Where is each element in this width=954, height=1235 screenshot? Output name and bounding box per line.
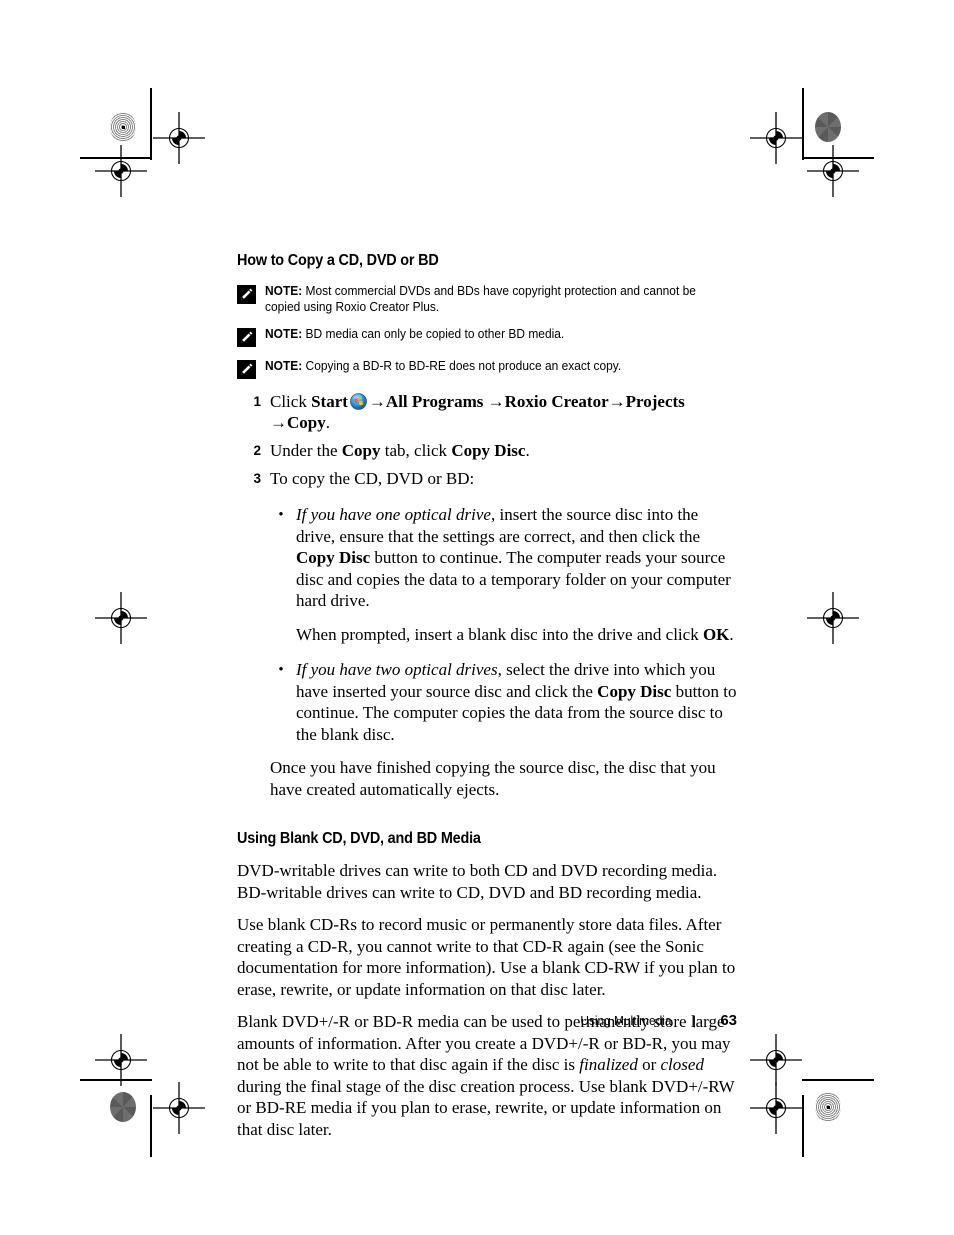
trim-line-top-left-vertical [150,88,152,160]
registration-target-icon [750,112,802,164]
registration-target-icon [153,112,205,164]
halftone-density-patch [110,112,136,142]
final-italic-finalized: finalized [579,1055,638,1074]
bullet-marker: • [278,507,284,523]
step-arrow-4: → [270,413,287,432]
bullet-text: If you have one optical drive, insert th… [296,504,737,612]
step-arrow-2: → [487,392,505,411]
note-body: BD media can only be copied to other BD … [305,327,565,341]
step2-bold-copy: Copy [341,441,381,460]
path-item-projects: Projects [625,392,685,411]
final-text-3: during the final stage of the disc creat… [237,1076,735,1139]
registration-target-icon [95,1034,147,1086]
step2-text-before: Under the [270,441,342,460]
note-label: NOTE: [265,327,303,341]
note-label: NOTE: [265,284,303,298]
note-callout: NOTE: Copying a BD-R to BD-RE does not p… [237,359,737,379]
pencil-note-icon [237,360,256,379]
closing-paragraph: Once you have finished copying the sourc… [270,758,716,799]
body-paragraph: Use blank CD-Rs to record music or perma… [237,915,736,999]
list-item: • If you have one optical drive, insert … [270,504,737,612]
registration-target-icon [95,592,147,644]
prompt-bold-ok: OK [702,624,730,644]
footer-chapter-title: Using Multimedia [580,1014,672,1028]
path-item-copy: Copy [287,413,326,432]
note-body: Most commercial DVDs and BDs have copyri… [265,284,696,314]
halftone-density-patch [110,1092,136,1122]
note-body: Copying a BD-R to BD-RE does not produce… [305,359,622,373]
trim-line-bottom-right-vertical [802,1095,804,1157]
page-title: How to Copy a CD, DVD or BD [237,252,439,269]
footer-separator: | [692,1014,696,1028]
step2-text-middle: tab, click [380,441,452,460]
note-callout: NOTE: Most commercial DVDs and BDs have … [237,284,737,315]
prompt-text-2: . [729,624,734,644]
halftone-density-patch [815,1092,841,1122]
note-text: NOTE: BD media can only be copied to oth… [265,327,713,343]
final-paragraph: Blank DVD+/-R or BD-R media can be used … [237,1011,737,1140]
registration-target-icon [750,1082,802,1134]
note-callout: NOTE: BD media can only be copied to oth… [237,327,737,347]
step-arrow-3: → [608,392,626,411]
step-number: 2 [253,443,261,458]
note-label: NOTE: [265,359,303,373]
note-text: NOTE: Most commercial DVDs and BDs have … [265,284,713,315]
windows-start-orb-icon [350,393,367,410]
bullet1-bold: Copy Disc [296,548,371,567]
section-heading-using-blank-media: Using Blank CD, DVD, and BD Media [237,830,481,847]
document-page: How to Copy a CD, DVD or BD NOTE: Most c… [0,0,954,1235]
registration-target-icon [750,1034,802,1086]
numbered-step: 1 Click Start →All Programs →Roxio Creat… [237,391,737,433]
step-number: 1 [253,394,261,409]
page-number: 63 [720,1012,737,1029]
halftone-density-patch [815,112,841,142]
body-paragraph: DVD-writable drives can write to both CD… [237,861,718,902]
bullet2-bold: Copy Disc [597,681,672,701]
start-label: Start [311,392,348,411]
bullet2-italic: If you have two optical drives [296,660,498,679]
bullet-marker: • [278,662,284,678]
registration-target-icon [807,592,859,644]
step-arrow-1: → [368,392,386,411]
step-text: Under the Copy tab, click Copy Disc. [270,440,737,461]
step-prefix: Click [270,392,312,411]
trim-line-bottom-left-vertical [150,1095,152,1157]
step-number: 3 [253,471,261,486]
numbered-step: 2 Under the Copy tab, click Copy Disc. [237,440,737,461]
final-italic-closed: closed [660,1055,704,1074]
step2-text-after: . [525,441,530,460]
prompt-text-1: When prompted, insert a blank disc into … [296,624,703,644]
trim-line-top-right-vertical [802,88,804,160]
path-item-roxio-creator: Roxio Creator [504,392,609,411]
registration-target-icon [153,1082,205,1134]
numbered-step: 3 To copy the CD, DVD or BD: [237,468,737,489]
trim-line-bottom-right-horizontal [802,1079,874,1081]
registration-target-icon [95,145,147,197]
step2-bold-copy-disc: Copy Disc [451,441,526,460]
step-suffix: . [325,413,330,432]
note-text: NOTE: Copying a BD-R to BD-RE does not p… [265,359,713,375]
step-text: To copy the CD, DVD or BD: [270,469,475,488]
pencil-note-icon [237,328,256,347]
prompt-paragraph: When prompted, insert a blank disc into … [296,624,737,646]
pencil-note-icon [237,285,256,304]
list-item: • If you have two optical drives, select… [270,659,737,745]
step-text: Click Start →All Programs →Roxio Creator… [270,391,737,433]
registration-target-icon [807,145,859,197]
final-text-2: or [637,1055,661,1074]
path-item-all-programs: All Programs [385,392,484,411]
bullet1-italic: If you have one optical drive [296,505,491,524]
page-footer: Using Multimedia | 63 [237,1012,737,1029]
bullet-text: If you have two optical drives, select t… [296,659,737,745]
